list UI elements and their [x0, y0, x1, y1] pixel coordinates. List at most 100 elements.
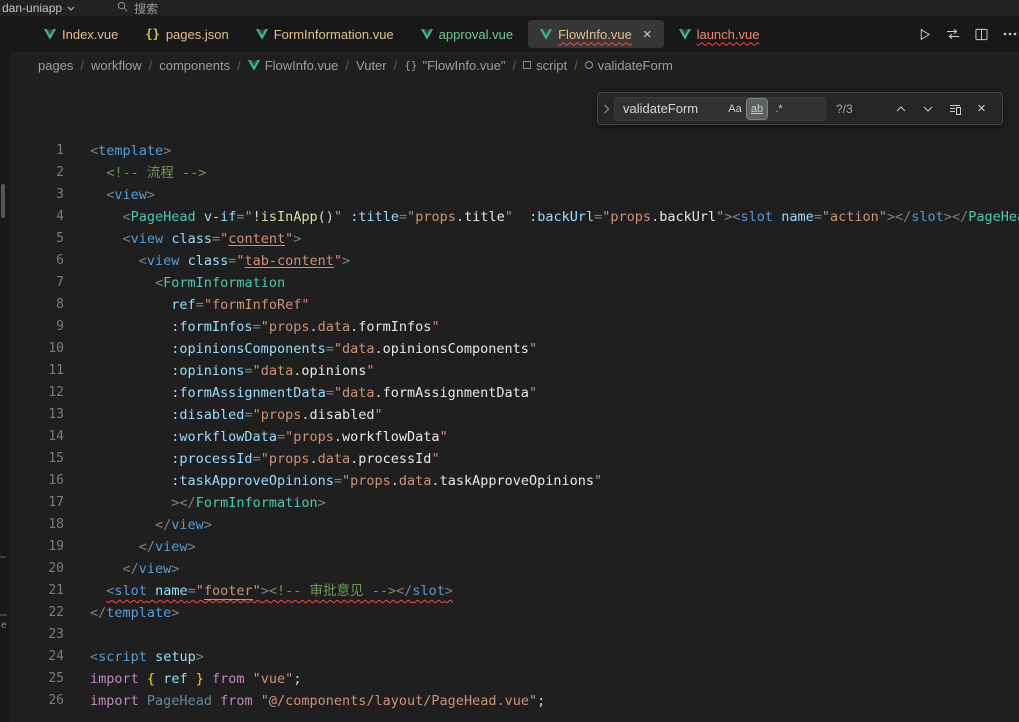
code-token: = [326, 385, 334, 401]
code-token: :backUrl [529, 209, 594, 225]
next-match-button[interactable] [917, 98, 938, 119]
code-token: :processId [171, 451, 252, 467]
code-line[interactable]: 9 :formInfos="props.data.formInfos" [10, 316, 1019, 338]
breadcrumb-item-vuter[interactable]: Vuter [356, 58, 387, 73]
code-token: > [261, 583, 269, 599]
code-token: from [212, 671, 245, 687]
code-token: " [253, 583, 261, 599]
code-line[interactable]: 5 <view class="content"> [10, 228, 1019, 250]
code-token [90, 297, 171, 313]
tab-flowinfo-vue[interactable]: FlowInfo.vue × [528, 20, 663, 48]
more-actions-icon[interactable] [1003, 32, 1017, 36]
whole-word-toggle[interactable]: ab [747, 99, 767, 119]
split-editor-icon[interactable] [975, 28, 988, 41]
chevron-down-icon [67, 1, 75, 15]
code-line-content: :disabled="props.disabled" [90, 404, 383, 426]
code-line[interactable]: 15 :processId="props.data.processId" [10, 448, 1019, 470]
regex-toggle[interactable]: .* [769, 99, 789, 119]
command-center-search[interactable]: 搜索 [117, 0, 158, 17]
code-token [147, 583, 155, 599]
code-line[interactable]: 6 <view class="tab-content"> [10, 250, 1019, 272]
search-icon [117, 1, 128, 15]
code-line-content: <!-- 流程 --> [90, 162, 206, 184]
previous-match-button[interactable] [890, 98, 911, 119]
code-token: PageHead [131, 209, 196, 225]
code-line[interactable]: 7 <FormInformation [10, 272, 1019, 294]
open-changes-icon[interactable] [946, 28, 960, 40]
match-case-toggle[interactable]: Aa [725, 99, 745, 119]
breadcrumb-item-components[interactable]: components [159, 58, 230, 73]
breadcrumb-item-script[interactable]: script [523, 58, 567, 73]
line-number: 14 [10, 426, 64, 448]
code-token [253, 693, 261, 709]
code-line[interactable]: 18 </view> [10, 514, 1019, 536]
code-token: taskApproveOpinions [440, 473, 594, 489]
line-number: 22 [10, 602, 64, 624]
breadcrumb-label: workflow [91, 58, 142, 73]
code-line-content: <FormInformation [90, 272, 285, 294]
code-line[interactable]: 20 </view> [10, 558, 1019, 580]
code-line[interactable]: 3 <view> [10, 184, 1019, 206]
breadcrumb-item-pages[interactable]: pages [38, 58, 73, 73]
tab-launch-vue[interactable]: launch.vue [667, 20, 772, 48]
breadcrumb-item-workflow[interactable]: workflow [91, 58, 142, 73]
code-line[interactable]: 16 :taskApproveOpinions="props.data.task… [10, 470, 1019, 492]
code-line[interactable]: 2 <!-- 流程 --> [10, 162, 1019, 184]
breadcrumb-label: components [159, 58, 230, 73]
code-line[interactable]: 22</template> [10, 602, 1019, 624]
code-area[interactable]: 1<template>2 <!-- 流程 -->3 <view>4 <PageH… [10, 78, 1019, 712]
run-icon[interactable] [918, 28, 931, 41]
line-number: 4 [10, 206, 64, 228]
code-token: . [391, 473, 399, 489]
code-line[interactable]: 25import { ref } from "vue"; [10, 668, 1019, 690]
code-line[interactable]: 8 ref="formInfoRef" [10, 294, 1019, 316]
editor[interactable]: Aa ab .* ?/3 [10, 78, 1019, 722]
code-token: > [342, 253, 350, 269]
breadcrumb-item-validateform[interactable]: validateForm [585, 58, 673, 73]
code-token: " [236, 253, 244, 269]
find-in-selection-button[interactable] [944, 98, 965, 119]
tab-index-vue[interactable]: Index.vue [32, 20, 130, 48]
tab-pages-json[interactable]: {}pages.json [133, 20, 240, 48]
code-line-content: :formInfos="props.data.formInfos" [90, 316, 440, 338]
code-line[interactable]: 4 <PageHead v-if="!isInApp()" :title="pr… [10, 206, 1019, 228]
code-line[interactable]: 21 <slot name="footer"><!-- 审批意见 --></sl… [10, 580, 1019, 602]
code-line[interactable]: 12 :formAssignmentData="data.formAssignm… [10, 382, 1019, 404]
code-line[interactable]: 17 ></FormInformation> [10, 492, 1019, 514]
toggle-replace-button[interactable] [598, 93, 614, 124]
vue-file-icon [540, 29, 552, 40]
code-token: "props [342, 473, 391, 489]
code-token: " [505, 209, 513, 225]
code-line[interactable]: 14 :workflowData="props.workflowData" [10, 426, 1019, 448]
code-token [179, 253, 187, 269]
code-token [90, 187, 106, 203]
code-token [90, 429, 171, 445]
code-line-content: <template> [90, 140, 171, 162]
vscode-window: dan-uniapp 搜索 e Index.vue{}pages.jsonFor… [0, 0, 1019, 722]
breadcrumb-item-flowinfo-vue[interactable]: FlowInfo.vue [248, 58, 339, 73]
code-line[interactable]: 19 </view> [10, 536, 1019, 558]
workspace-menu[interactable]: dan-uniapp [0, 1, 83, 15]
code-line[interactable]: 24<script setup> [10, 646, 1019, 668]
code-line[interactable]: 23 [10, 624, 1019, 646]
tab-label: pages.json [166, 27, 229, 42]
tab-approval-vue[interactable]: approval.vue [409, 20, 525, 48]
code-token: { [147, 671, 155, 687]
code-line[interactable]: 11 :opinions="data.opinions" [10, 360, 1019, 382]
close-find-icon[interactable]: × [971, 98, 992, 119]
box-icon [523, 61, 531, 69]
code-token: "data [334, 341, 375, 357]
code-token: " [244, 209, 252, 225]
code-line[interactable]: 26import PageHead from "@/components/lay… [10, 690, 1019, 712]
tab-label: FlowInfo.vue [558, 27, 632, 42]
code-line[interactable]: 10 :opinionsComponents="data.opinionsCom… [10, 338, 1019, 360]
breadcrumb-item--flowinfo-vue-[interactable]: {}"FlowInfo.vue" [404, 58, 505, 73]
close-tab-icon[interactable]: × [643, 27, 652, 42]
find-input[interactable] [623, 101, 723, 116]
code-line[interactable]: 1<template> [10, 140, 1019, 162]
line-number: 25 [10, 668, 64, 690]
tab-forminformation-vue[interactable]: FormInformation.vue [244, 20, 406, 48]
code-token: > [196, 649, 204, 665]
code-token: </ [895, 209, 911, 225]
code-line[interactable]: 13 :disabled="props.disabled" [10, 404, 1019, 426]
